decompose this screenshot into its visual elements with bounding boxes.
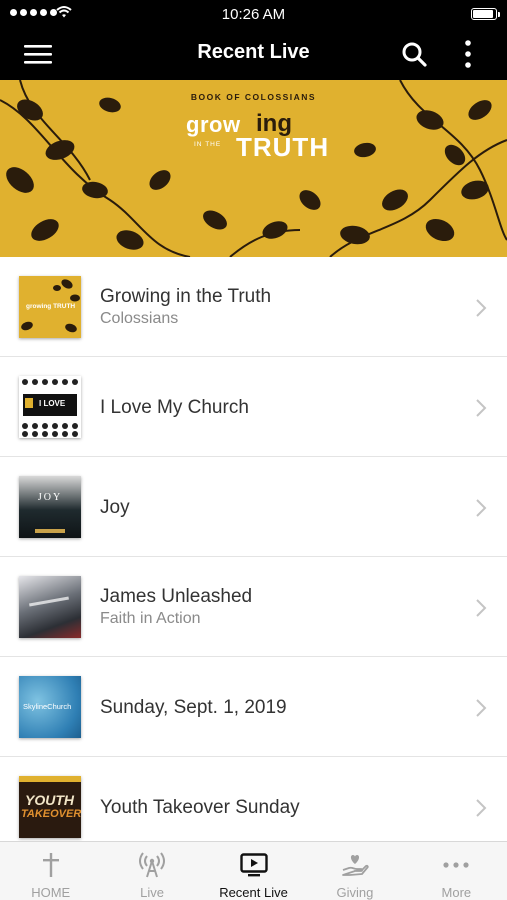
tab-home[interactable]: HOME bbox=[0, 842, 101, 900]
tv-play-icon bbox=[239, 853, 268, 877]
cross-icon bbox=[42, 853, 59, 877]
more-dots-icon bbox=[443, 862, 469, 868]
thumbnail-caption: JOY bbox=[37, 492, 63, 503]
status-time: 10:26 AM bbox=[221, 6, 286, 23]
item-title: Youth Takeover Sunday bbox=[100, 797, 300, 818]
thumbnail-caption: I LOVE bbox=[39, 399, 66, 408]
nav-bar: Recent Live bbox=[0, 28, 507, 80]
chevron-right-icon bbox=[476, 799, 487, 817]
series-thumbnail: I LOVE bbox=[19, 376, 81, 438]
list-item-james-unleashed[interactable]: James Unleashed Faith in Action bbox=[0, 557, 507, 657]
list-item-i-love-my-church[interactable]: I LOVE I Love My Church bbox=[0, 357, 507, 457]
chevron-right-icon bbox=[476, 699, 487, 717]
series-logo: grow ing IN THE TRUTH bbox=[186, 110, 336, 162]
tab-label: More bbox=[441, 885, 472, 900]
item-subtitle: Colossians bbox=[100, 310, 179, 327]
tab-label: Giving bbox=[336, 885, 374, 900]
thumbnail-caption-youth: YOUTH bbox=[25, 792, 74, 808]
item-subtitle: Faith in Action bbox=[100, 610, 201, 627]
series-thumbnail: YOUTH TAKEOVER bbox=[19, 776, 81, 838]
tab-live[interactable]: Live bbox=[101, 842, 202, 900]
thumbnail-caption: SkylineChurch bbox=[23, 702, 72, 711]
tab-more[interactable]: More bbox=[406, 842, 507, 900]
tab-bar: HOME Live Recent Live Giving More bbox=[0, 841, 507, 900]
status-bar: 10:26 AM bbox=[0, 0, 507, 28]
item-title: Growing in the Truth bbox=[100, 286, 272, 307]
series-thumbnail bbox=[19, 576, 81, 638]
logo-text-grow: grow bbox=[186, 112, 241, 137]
tab-label: Live bbox=[140, 885, 165, 900]
giving-hand-icon bbox=[342, 855, 369, 876]
series-thumbnail: JOY bbox=[19, 476, 81, 538]
chevron-right-icon bbox=[476, 399, 487, 417]
tab-label: Recent Live bbox=[219, 885, 288, 900]
battery-icon bbox=[471, 8, 500, 20]
tab-label: HOME bbox=[31, 885, 71, 900]
more-vertical-icon[interactable] bbox=[456, 38, 480, 70]
list-item-sunday-sept-1-2019[interactable]: SkylineChurch Sunday, Sept. 1, 2019 bbox=[0, 657, 507, 757]
item-title: Joy bbox=[100, 497, 130, 518]
search-icon[interactable] bbox=[400, 40, 428, 68]
item-title: I Love My Church bbox=[100, 397, 249, 418]
banner-kicker: BOOK OF COLOSSIANS bbox=[190, 92, 317, 102]
recent-live-list: growing TRUTH Growing in the Truth Colos… bbox=[0, 257, 507, 857]
leaf-pattern-art bbox=[0, 80, 507, 257]
broadcast-icon bbox=[139, 852, 166, 878]
thumbnail-caption-takeover: TAKEOVER bbox=[21, 808, 81, 820]
series-thumbnail: growing TRUTH bbox=[19, 276, 81, 338]
chevron-right-icon bbox=[476, 599, 487, 617]
page-title: Recent Live bbox=[197, 41, 310, 63]
item-title: Sunday, Sept. 1, 2019 bbox=[100, 697, 287, 718]
list-item-growing-in-the-truth[interactable]: growing TRUTH Growing in the Truth Colos… bbox=[0, 257, 507, 357]
series-thumbnail: SkylineChurch bbox=[19, 676, 81, 738]
list-item-joy[interactable]: JOY Joy bbox=[0, 457, 507, 557]
chevron-right-icon bbox=[476, 299, 487, 317]
item-title: James Unleashed bbox=[100, 586, 253, 607]
chevron-right-icon bbox=[476, 499, 487, 517]
logo-text-in-the: IN THE bbox=[194, 141, 222, 148]
logo-text-truth: TRUTH bbox=[236, 132, 330, 162]
tab-giving[interactable]: Giving bbox=[304, 842, 405, 900]
thumbnail-caption: growing TRUTH bbox=[26, 303, 76, 310]
series-banner[interactable]: BOOK OF COLOSSIANS grow ing IN THE TRUTH bbox=[0, 80, 507, 257]
tab-recent-live[interactable]: Recent Live bbox=[203, 842, 304, 900]
